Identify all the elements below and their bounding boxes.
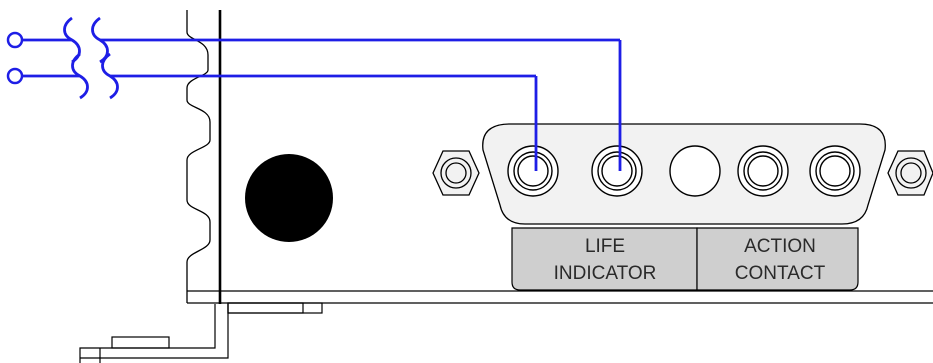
pin-4-icon: [737, 145, 789, 197]
life-indicator-label-line1: LIFE: [585, 236, 625, 257]
pin-2-icon: [591, 145, 643, 197]
mounting-hole-icon: [245, 154, 333, 242]
pin-1-icon: [507, 145, 559, 197]
terminal-top-icon: [6, 31, 24, 49]
action-contact-label-line2: CONTACT: [735, 263, 826, 284]
mounting-bracket: [79, 302, 323, 363]
terminal-bottom-icon: [6, 67, 24, 85]
pin-5-icon: [809, 145, 861, 197]
wire-break-icon: [63, 16, 119, 100]
left-jack-screw-icon: [432, 150, 480, 196]
action-contact-label-line1: ACTION: [744, 236, 816, 257]
wiring-diagram: LIFE INDICATOR ACTION CONTACT: [6, 10, 933, 363]
life-indicator-label-line2: INDICATOR: [554, 263, 657, 284]
pin-3-empty-icon: [669, 145, 721, 197]
right-jack-screw-icon: [887, 150, 933, 196]
